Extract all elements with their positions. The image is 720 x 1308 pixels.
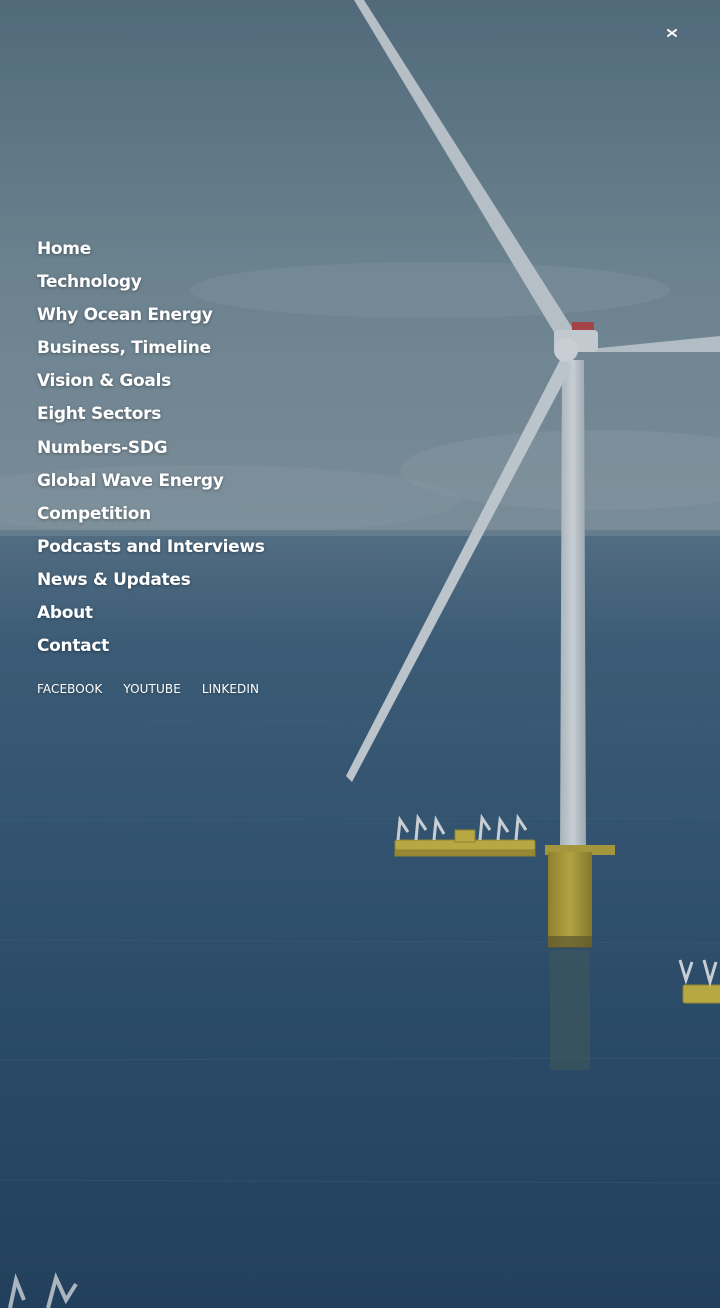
menu-item-home: Home bbox=[37, 232, 265, 265]
menu-item-about: About bbox=[37, 596, 265, 629]
menu-link-vision-goals[interactable]: Vision & Goals bbox=[37, 371, 171, 391]
menu-link-global-wave-energy[interactable]: Global Wave Energy bbox=[37, 471, 224, 491]
menu-item-technology: Technology bbox=[37, 265, 265, 298]
social-links: FACEBOOK YOUTUBE LINKEDIN bbox=[37, 682, 259, 696]
menu-item-podcasts: Podcasts and Interviews bbox=[37, 530, 265, 563]
menu-link-home[interactable]: Home bbox=[37, 239, 91, 259]
menu-item-vision-goals: Vision & Goals bbox=[37, 364, 265, 397]
menu-link-eight-sectors[interactable]: Eight Sectors bbox=[37, 404, 161, 424]
menu-item-eight-sectors: Eight Sectors bbox=[37, 397, 265, 430]
menu-link-podcasts[interactable]: Podcasts and Interviews bbox=[37, 537, 265, 557]
menu-link-technology[interactable]: Technology bbox=[37, 272, 142, 292]
menu-item-news-updates: News & Updates bbox=[37, 563, 265, 596]
menu-item-global-wave-energy: Global Wave Energy bbox=[37, 464, 265, 497]
close-icon bbox=[667, 29, 677, 37]
youtube-link[interactable]: YOUTUBE bbox=[123, 682, 181, 696]
menu-link-numbers-sdg[interactable]: Numbers-SDG bbox=[37, 438, 168, 458]
menu-item-why-ocean-energy: Why Ocean Energy bbox=[37, 298, 265, 331]
close-button[interactable] bbox=[662, 24, 682, 42]
menu-link-contact[interactable]: Contact bbox=[37, 636, 109, 656]
menu-link-about[interactable]: About bbox=[37, 603, 93, 623]
menu-link-why-ocean-energy[interactable]: Why Ocean Energy bbox=[37, 305, 213, 325]
menu-link-business-timeline[interactable]: Business, Timeline bbox=[37, 338, 211, 358]
linkedin-link[interactable]: LINKEDIN bbox=[202, 682, 259, 696]
menu-item-competition: Competition bbox=[37, 497, 265, 530]
menu-link-news-updates[interactable]: News & Updates bbox=[37, 570, 191, 590]
main-menu: Home Technology Why Ocean Energy Busines… bbox=[37, 232, 265, 662]
menu-item-business-timeline: Business, Timeline bbox=[37, 331, 265, 364]
menu-item-contact: Contact bbox=[37, 629, 265, 662]
facebook-link[interactable]: FACEBOOK bbox=[37, 682, 102, 696]
menu-link-competition[interactable]: Competition bbox=[37, 504, 151, 524]
menu-item-numbers-sdg: Numbers-SDG bbox=[37, 431, 265, 464]
